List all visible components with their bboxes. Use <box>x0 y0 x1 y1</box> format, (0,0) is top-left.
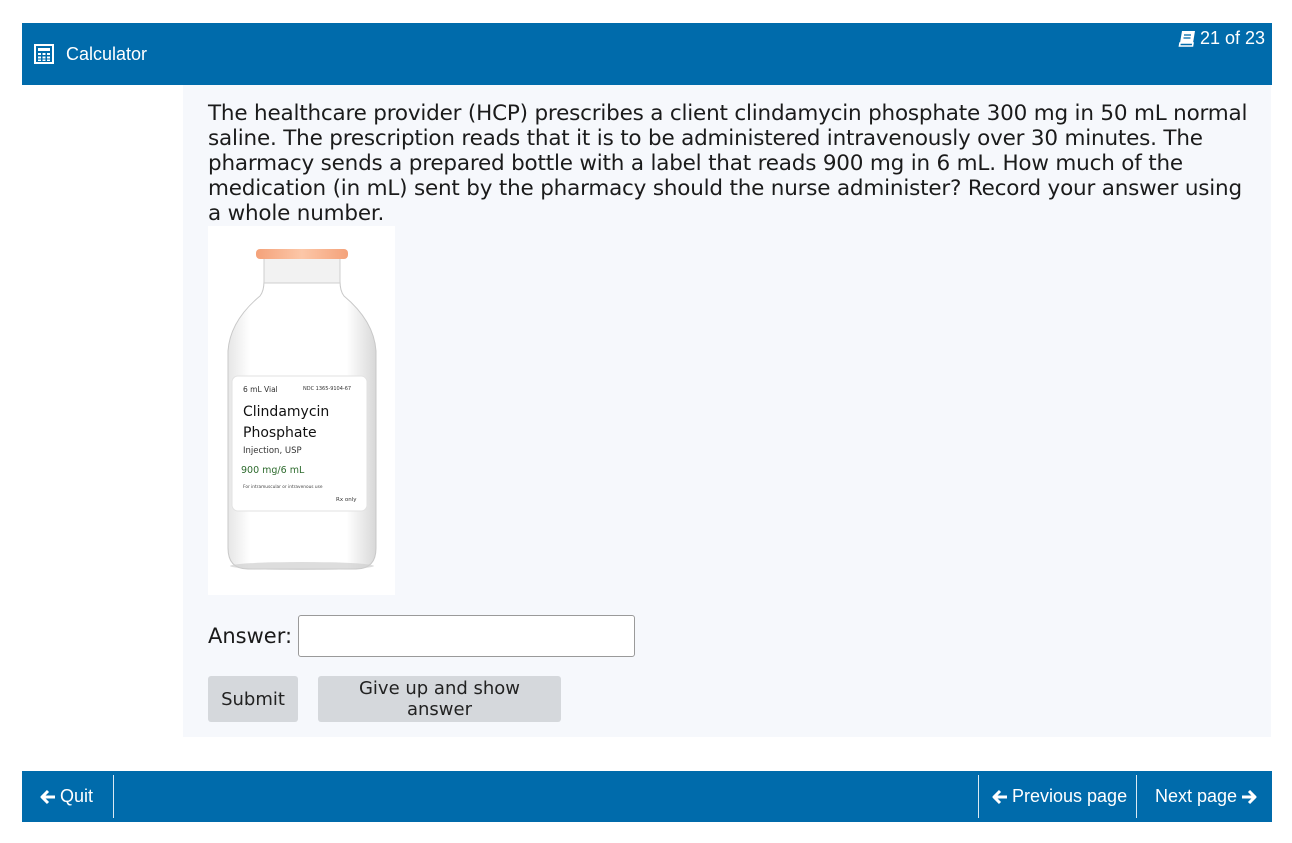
arrow-left-icon <box>40 789 55 804</box>
answer-row: Answer: <box>208 613 636 659</box>
calculator-icon <box>34 44 54 64</box>
vial-volume: 6 mL Vial <box>243 385 278 394</box>
arrow-right-icon <box>1242 789 1257 804</box>
next-page-button[interactable]: Next page <box>1155 771 1257 822</box>
submit-button[interactable]: Submit <box>208 676 298 722</box>
vial-name-2: Phosphate <box>243 425 317 441</box>
calculator-button[interactable]: Calculator <box>34 42 147 66</box>
vial-strength: 900 mg/6 mL <box>241 465 305 476</box>
previous-page-label: Previous page <box>1012 786 1128 806</box>
divider <box>978 775 979 818</box>
answer-input[interactable] <box>298 615 636 657</box>
question-panel: The healthcare provider (HCP) prescribes… <box>183 85 1271 737</box>
arrow-left-icon <box>992 789 1007 804</box>
question-text: The healthcare provider (HCP) prescribes… <box>208 101 1248 226</box>
give-up-button[interactable]: Give up and show answer <box>318 676 561 722</box>
divider <box>1136 775 1137 818</box>
divider <box>113 775 114 818</box>
page-counter-text: 21 of 23 <box>1199 28 1265 48</box>
next-page-label: Next page <box>1155 786 1238 806</box>
calculator-label: Calculator <box>66 43 148 64</box>
vial-rx: Rx only <box>336 497 357 503</box>
quit-label: Quit <box>60 786 94 806</box>
page-counter: 21 of 23 <box>1178 28 1265 49</box>
clindamycin-vial-illustration: 6 mL Vial NDC 1365-9104-67 Clindamycin P… <box>227 249 377 570</box>
vial-image: 6 mL Vial NDC 1365-9104-67 Clindamycin P… <box>208 226 395 595</box>
vial-route: For intramuscular or intravenous use <box>243 484 323 490</box>
bottom-nav-bar: Quit Previous page Next page <box>22 771 1272 822</box>
previous-page-button[interactable]: Previous page <box>992 771 1127 822</box>
vial-form: Injection, USP <box>243 446 302 456</box>
quit-button[interactable]: Quit <box>40 771 93 822</box>
answer-label: Answer: <box>208 624 293 648</box>
book-icon <box>1178 30 1195 47</box>
top-bar: Calculator 21 of 23 <box>22 23 1272 85</box>
vial-ndc: NDC 1365-9104-67 <box>303 386 351 392</box>
vial-name-1: Clindamycin <box>243 404 329 420</box>
